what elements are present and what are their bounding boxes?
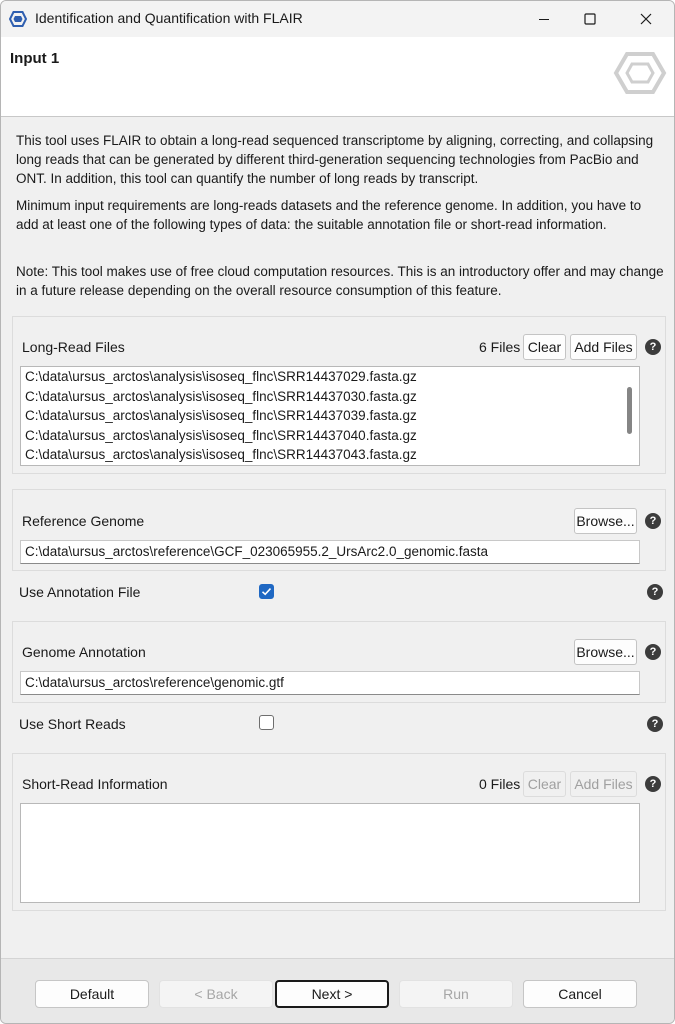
help-icon[interactable]: ? — [645, 339, 661, 355]
run-button[interactable]: Run — [399, 980, 513, 1008]
list-item[interactable]: C:\data\ursus_arctos\analysis\isoseq_fln… — [21, 445, 639, 465]
back-button[interactable]: < Back — [159, 980, 273, 1008]
reference-genome-group: Reference Genome Browse... ? C:\data\urs… — [12, 489, 666, 571]
use-annotation-checkbox[interactable] — [259, 584, 274, 599]
genome-annotation-group: Genome Annotation Browse... ? C:\data\ur… — [12, 621, 666, 703]
long-read-files-group: Long-Read Files 6 Files Clear Add Files … — [12, 316, 666, 474]
short-read-information-group: Short-Read Information 0 Files Clear Add… — [12, 753, 666, 911]
default-button[interactable]: Default — [35, 980, 149, 1008]
vertical-scrollbar[interactable] — [621, 367, 639, 465]
clear-long-read-button[interactable]: Clear — [523, 334, 566, 360]
minimize-button[interactable] — [521, 1, 567, 37]
maximize-button[interactable] — [567, 1, 613, 37]
note-paragraph: Note: This tool makes use of free cloud … — [16, 264, 664, 298]
title-bar: Identification and Quantification with F… — [1, 1, 674, 37]
long-read-files-list[interactable]: C:\data\ursus_arctos\analysis\isoseq_fln… — [20, 366, 640, 466]
browse-annotation-button[interactable]: Browse... — [574, 639, 637, 665]
requirements-paragraph: Minimum input requirements are long-read… — [16, 198, 642, 232]
reference-genome-field[interactable]: C:\data\ursus_arctos\reference\GCF_02306… — [20, 540, 640, 564]
checkmark-icon — [261, 588, 272, 596]
clear-short-read-button[interactable]: Clear — [523, 771, 566, 797]
help-icon[interactable]: ? — [645, 513, 661, 529]
help-icon[interactable]: ? — [645, 644, 661, 660]
maximize-icon — [584, 13, 596, 25]
page-title: Input 1 — [10, 50, 60, 67]
hexagon-logo-icon — [613, 52, 667, 94]
long-read-files-count: 6 Files — [479, 339, 521, 355]
long-read-files-label: Long-Read Files — [22, 339, 125, 355]
window-title: Identification and Quantification with F… — [35, 10, 303, 26]
wizard-footer: Default < Back Next > Run Cancel — [1, 958, 674, 1023]
help-icon[interactable]: ? — [647, 584, 663, 600]
scrollbar-thumb[interactable] — [627, 387, 632, 434]
wizard-header: Input 1 — [1, 37, 674, 117]
short-read-files-list[interactable] — [20, 803, 640, 903]
short-read-information-label: Short-Read Information — [22, 776, 168, 792]
use-short-reads-label: Use Short Reads — [19, 716, 126, 732]
close-button[interactable] — [623, 1, 669, 37]
browse-reference-button[interactable]: Browse... — [574, 508, 637, 534]
cancel-button[interactable]: Cancel — [523, 980, 637, 1008]
list-item[interactable]: C:\data\ursus_arctos\analysis\isoseq_fln… — [21, 426, 639, 446]
reference-genome-label: Reference Genome — [22, 513, 145, 529]
list-item[interactable]: C:\data\ursus_arctos\analysis\isoseq_fln… — [21, 367, 639, 387]
genome-annotation-label: Genome Annotation — [22, 644, 146, 660]
dialog-window: Identification and Quantification with F… — [0, 0, 675, 1024]
close-icon — [640, 13, 652, 25]
wizard-content: This tool uses FLAIR to obtain a long-re… — [1, 118, 674, 958]
add-long-read-files-button[interactable]: Add Files — [570, 334, 637, 360]
description-paragraph: This tool uses FLAIR to obtain a long-re… — [16, 133, 654, 186]
short-read-files-count: 0 Files — [479, 776, 521, 792]
minimize-icon — [539, 19, 549, 20]
hexagon-logo-icon — [9, 11, 27, 27]
genome-annotation-field[interactable]: C:\data\ursus_arctos\reference\genomic.g… — [20, 671, 640, 695]
next-button[interactable]: Next > — [275, 980, 389, 1008]
add-short-read-files-button[interactable]: Add Files — [570, 771, 637, 797]
list-item[interactable]: C:\data\ursus_arctos\analysis\isoseq_fln… — [21, 406, 639, 426]
help-icon[interactable]: ? — [647, 716, 663, 732]
help-icon[interactable]: ? — [645, 776, 661, 792]
use-annotation-label: Use Annotation File — [19, 584, 141, 600]
use-short-reads-checkbox[interactable] — [259, 715, 274, 730]
list-item[interactable]: C:\data\ursus_arctos\analysis\isoseq_fln… — [21, 387, 639, 407]
